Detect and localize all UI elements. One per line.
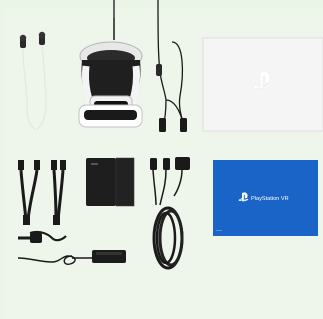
power-adapter xyxy=(17,230,126,265)
manual-brand-text: PlayStation VR xyxy=(251,196,289,202)
contents-illustration: PlayStation VR xyxy=(17,0,323,270)
long-cable xyxy=(150,157,190,270)
vr-headset xyxy=(78,0,143,128)
instruction-manual: PlayStation VR xyxy=(213,160,318,236)
earbuds xyxy=(19,31,47,131)
hdmi-usb-cables xyxy=(18,160,66,225)
product-contents-photo: PlayStation VR xyxy=(0,0,323,319)
stand xyxy=(86,157,135,207)
processor-unit xyxy=(202,37,323,132)
headset-cable xyxy=(156,0,187,132)
